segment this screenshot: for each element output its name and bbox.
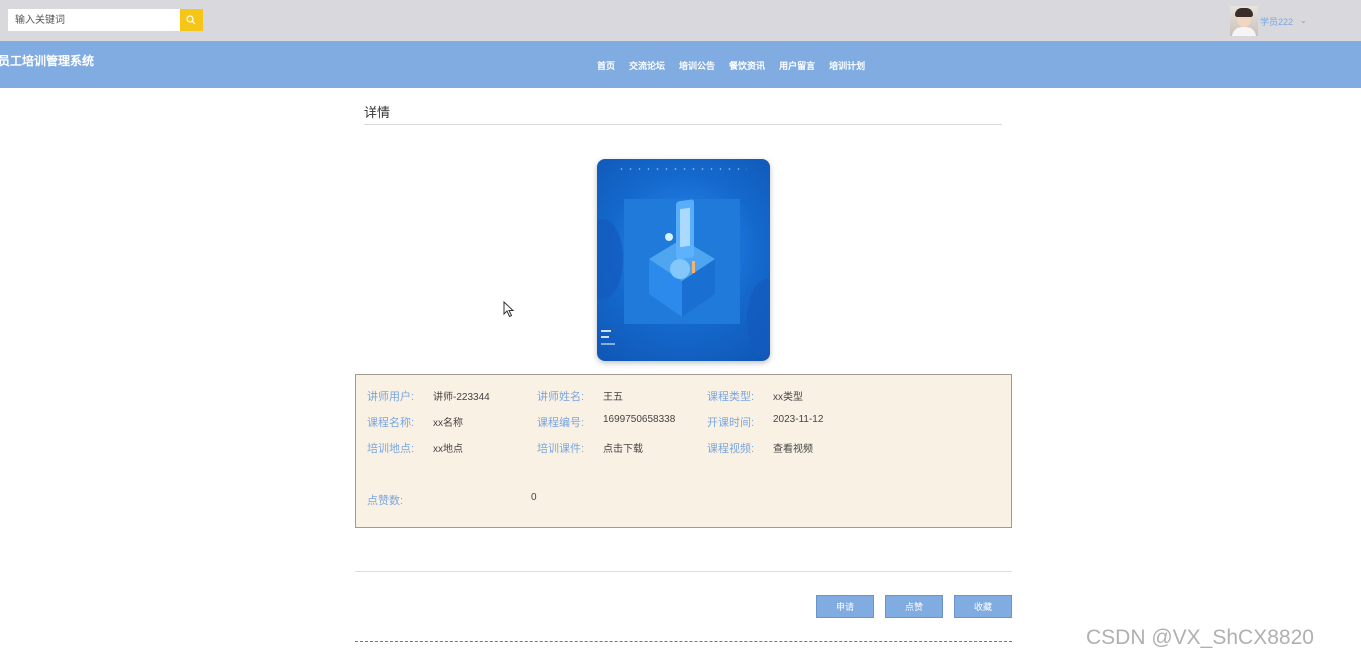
location-label: 培训地点: [367,443,415,455]
courseware-label: 培训课件: [537,443,585,455]
search-icon [186,15,196,25]
nav-item-messages[interactable]: 用户留言 [779,59,815,72]
main-nav: 首页 交流论坛 培训公告 餐饮资讯 用户留言 培训计划 [597,59,879,72]
username[interactable]: 学员222 [1260,15,1293,28]
course-type-value: xx类型 [773,392,803,403]
avatar[interactable] [1230,6,1258,36]
course-cover-image [597,159,770,361]
view-video-link[interactable]: 查看视频 [773,440,813,455]
search-input[interactable] [8,9,181,31]
likes-label: 点赞数: [367,495,404,507]
search-button[interactable] [180,9,203,31]
site-title: 员工培训管理系统 [0,54,95,68]
nav-item-training-plan[interactable]: 培训计划 [829,59,865,72]
start-time-label: 开课时间: [707,417,755,429]
page-title: 详情 [364,105,391,120]
apply-button[interactable]: 申请 [816,595,874,618]
course-details-panel: 讲师用户: 讲师-223344 讲师姓名: 王五 课程类型: xx类型 课程名称… [355,374,1012,528]
like-button[interactable]: 点赞 [885,595,943,618]
trainer-name-label: 讲师姓名: [537,391,585,403]
likes-count: 0 [531,492,537,503]
title-divider [364,124,1002,125]
mouse-cursor-icon [503,301,515,318]
nav-item-dining-news[interactable]: 餐饮资讯 [729,59,765,72]
course-code-label: 课程编号: [537,417,585,429]
course-name-label: 课程名称: [367,417,415,429]
top-bar: 学员222 ⌄ [0,0,1361,41]
watermark: CSDN @VX_ShCX8820 [1086,626,1314,649]
trainer-user-value: 讲师-223344 [433,392,490,403]
nav-bar: 员工培训管理系统 首页 交流论坛 培训公告 餐饮资讯 用户留言 培训计划 [0,41,1361,88]
nav-item-forum[interactable]: 交流论坛 [629,59,665,72]
nav-item-home[interactable]: 首页 [597,59,615,72]
divider [355,571,1012,572]
location-value: xx地点 [433,444,463,455]
dashed-divider [355,641,1012,642]
course-type-label: 课程类型: [707,391,755,403]
nav-item-announcements[interactable]: 培训公告 [679,59,715,72]
start-time-value: 2023-11-12 [773,414,824,425]
course-code-value: 1699750658338 [603,414,676,425]
courseware-download-link[interactable]: 点击下载 [603,440,643,455]
course-name-value: xx名称 [433,418,463,429]
favorite-button[interactable]: 收藏 [954,595,1012,618]
trainer-user-label: 讲师用户: [367,391,415,403]
chevron-down-icon[interactable]: ⌄ [1300,16,1307,25]
trainer-name-value: 王五 [603,392,623,403]
video-label: 课程视频: [707,443,755,455]
